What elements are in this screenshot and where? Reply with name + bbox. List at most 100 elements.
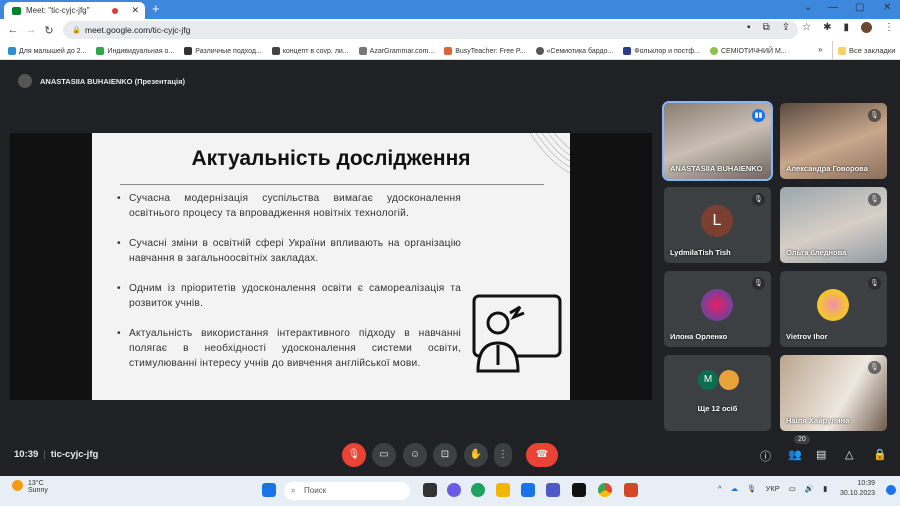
presenter-label: ANASTASIIA BUHAIENKO (Презентація): [18, 74, 185, 88]
mic-off-button[interactable]: 🎙: [342, 443, 366, 467]
share-icon[interactable]: ⇪: [782, 22, 790, 33]
maximize-button[interactable]: ▢: [855, 2, 864, 13]
more-participants-tile[interactable]: M Ще 12 осіб: [664, 355, 771, 431]
back-icon[interactable]: ←: [4, 24, 22, 36]
tab-title: Meet: "tic-cyjc-jfg": [26, 6, 90, 15]
battery-icon[interactable]: ▮: [823, 484, 827, 493]
bookmark[interactable]: Фольклор и постф...: [623, 46, 700, 55]
search-icon: ⌕: [291, 486, 296, 495]
language-indicator[interactable]: УКР: [766, 484, 780, 493]
participant-tile[interactable]: 🎙 Ольга бледнова: [780, 187, 887, 263]
lock-icon: 🔒: [72, 27, 81, 34]
minimize-button[interactable]: —: [828, 2, 838, 13]
weather-widget[interactable]: 13°C Sunny: [12, 480, 48, 494]
participant-tile[interactable]: 🎙 Vietrov Ihor: [780, 271, 887, 347]
bookmark-icon: [8, 46, 16, 55]
bookmark[interactable]: Для малышей до 2...: [8, 46, 86, 55]
presentation-slide: Актуальність дослідження Сучасна модерні…: [92, 133, 570, 400]
camera-icon[interactable]: ▪: [747, 22, 751, 33]
menu-icon[interactable]: ⋮: [884, 22, 894, 33]
bookmark[interactable]: AzarGrammar.com...: [358, 46, 434, 55]
present-button[interactable]: ⊡: [433, 443, 457, 467]
app-icon[interactable]: [572, 483, 586, 497]
network-icon[interactable]: ▭: [789, 484, 796, 493]
bookmark[interactable]: BusyTeacher: Free P...: [444, 46, 526, 55]
bullet: Сучасна модернізація суспільства вимагає…: [117, 191, 461, 221]
raise-hand-button[interactable]: ✋: [464, 443, 488, 467]
bookmark[interactable]: Различные подход...: [184, 46, 262, 55]
bookmark[interactable]: концепт в соvр. ли...: [271, 46, 349, 55]
explorer-icon[interactable]: [496, 483, 510, 497]
browser-tab[interactable]: Meet: "tic-cyjc-jfg" ✕: [4, 2, 145, 19]
bookmarks-bar: Для малышей до 2... Индивидуальная о... …: [0, 41, 900, 60]
participant-tile[interactable]: 🎙 Александра Говорова: [780, 103, 887, 179]
host-controls-icon[interactable]: 🔒: [873, 448, 887, 461]
all-bookmarks-label: Все закладки: [849, 46, 896, 55]
avatar: [719, 370, 739, 390]
emoji-button[interactable]: ☺: [403, 443, 427, 467]
tab-search-icon[interactable]: ⌄: [804, 2, 812, 13]
clock[interactable]: 10:39 30.10.2023: [840, 479, 875, 499]
slide-bullets: Сучасна модернізація суспільства вимагає…: [117, 191, 461, 386]
camera-button[interactable]: ▭: [372, 443, 396, 467]
new-tab-button[interactable]: +: [152, 1, 160, 16]
bookmark-icon: [623, 46, 632, 55]
url-input[interactable]: 🔒 meet.google.com/tic-cyjc-jfg: [63, 21, 798, 39]
mail-icon[interactable]: [521, 483, 535, 497]
show-hidden-icon[interactable]: ^: [718, 484, 722, 493]
side-panel-icon[interactable]: ▮: [843, 22, 849, 33]
powerpoint-icon[interactable]: [624, 483, 638, 497]
more-options-button[interactable]: ⋮: [494, 443, 512, 467]
meet-favicon-icon: [12, 6, 21, 15]
bookmark-icon: [535, 46, 544, 55]
bookmark[interactable]: Индивидуальная о...: [96, 46, 174, 55]
chat-icon[interactable]: ▤: [816, 448, 826, 461]
taskbar-search[interactable]: ⌕ Поиск: [284, 482, 410, 500]
bookmark-icon: [271, 46, 280, 55]
translate-icon[interactable]: ⧉: [763, 22, 770, 33]
teams-icon[interactable]: [546, 483, 560, 497]
edge-icon[interactable]: [471, 483, 485, 497]
volume-icon[interactable]: 🔊: [805, 484, 814, 493]
mic-off-icon: 🎙: [752, 193, 765, 206]
bullet: Актуальність використання інтерактивного…: [117, 326, 461, 371]
bookmark[interactable]: «Семиотика бардо...: [535, 46, 613, 55]
star-icon[interactable]: ☆: [802, 22, 811, 33]
bookmark-icon: [184, 46, 193, 55]
all-bookmarks[interactable]: Все закладки: [832, 41, 895, 60]
chrome-icon[interactable]: [598, 483, 612, 497]
close-tab-icon[interactable]: ✕: [131, 5, 139, 16]
divider: [120, 184, 544, 185]
close-window-button[interactable]: ✕: [883, 2, 891, 13]
activities-icon[interactable]: △: [845, 448, 853, 461]
forward-icon[interactable]: →: [22, 24, 40, 36]
avatar: [18, 74, 32, 88]
leave-call-button[interactable]: ☎: [526, 443, 558, 467]
participant-tile[interactable]: ▮▮ ANASTASIIA BUHAIENKO: [662, 101, 773, 181]
chat-app-icon[interactable]: [447, 483, 461, 497]
onedrive-icon[interactable]: ☁: [731, 484, 739, 493]
bookmark[interactable]: СЕМІОТИЧНИЙ М...: [709, 46, 787, 55]
mic-off-icon: 🎙: [868, 361, 881, 374]
participant-tile[interactable]: 🎙 Наіля Хайрулина: [780, 355, 887, 431]
mic-icon[interactable]: 🎙: [747, 484, 757, 493]
participant-tile[interactable]: 🎙 Илона Орленко: [664, 271, 771, 347]
avatar: [701, 289, 733, 321]
avatar: L: [701, 205, 733, 237]
url-text: meet.google.com/tic-cyjc-jfg: [85, 25, 191, 35]
tab-bar: Meet: "tic-cyjc-jfg" ✕ + ⌄ — ▢ ✕: [0, 0, 900, 19]
bookmark-icon: [444, 46, 453, 55]
extensions-icon[interactable]: ✱: [823, 22, 831, 33]
profile-avatar[interactable]: [861, 22, 872, 33]
speaking-icon: ▮▮: [752, 109, 765, 122]
reload-icon[interactable]: ↻: [40, 24, 58, 37]
bullet: Одним із пріоритетів удосконалення освіт…: [117, 281, 461, 311]
participant-count-badge: 20: [794, 435, 810, 444]
task-view-icon[interactable]: [423, 483, 437, 497]
participant-tile[interactable]: 🎙 L LydmilaTish Tish: [664, 187, 771, 263]
people-icon[interactable]: 👥: [788, 448, 802, 461]
info-icon[interactable]: ⓘ: [760, 448, 771, 464]
more-bookmarks-icon[interactable]: »: [818, 45, 822, 54]
notification-icon[interactable]: [886, 485, 896, 495]
start-icon[interactable]: [262, 483, 276, 497]
